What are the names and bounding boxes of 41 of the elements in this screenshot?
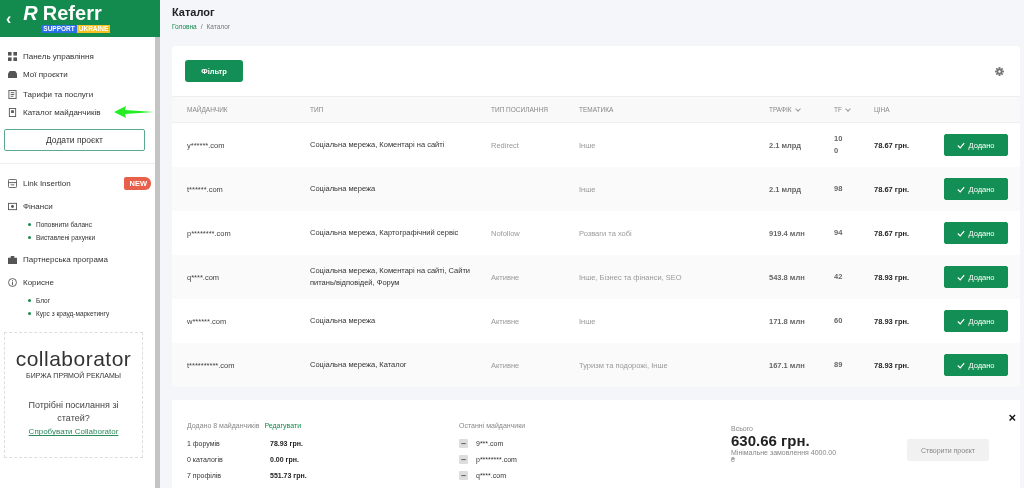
check-icon [957, 273, 966, 281]
close-button[interactable]: × [1008, 410, 1016, 425]
calculator-icon [8, 179, 17, 188]
check-icon [957, 361, 966, 369]
document-icon [8, 89, 17, 99]
sidebar-item[interactable]: Link Insertion [23, 179, 71, 188]
remove-icon[interactable] [459, 470, 468, 480]
info-icon [8, 278, 17, 287]
bullet-icon [28, 236, 31, 239]
scrollbar[interactable] [155, 37, 160, 488]
check-icon [957, 141, 966, 149]
check-icon [957, 229, 966, 237]
sidebar-item[interactable]: Фінанси [23, 202, 53, 211]
dashboard-icon [8, 51, 17, 61]
book-icon [8, 107, 17, 117]
wallet-icon [8, 202, 17, 211]
sidebar-item[interactable]: Каталог майданчиків [23, 107, 101, 117]
check-icon [957, 317, 966, 325]
sidebar-item[interactable]: Мої проєкти [23, 69, 68, 79]
logo-mark: R [23, 2, 38, 24]
bullet-icon [28, 299, 31, 302]
inbox-icon [8, 69, 17, 79]
sidebar-item[interactable]: Корисне [23, 278, 54, 287]
collaborator-logo: collaborator [15, 347, 132, 371]
promo-text: Потрібні посилання зі статей? [27, 399, 120, 425]
building-icon [8, 255, 17, 264]
sidebar-item[interactable]: Панель управління [23, 51, 94, 61]
total-amount: 630.66 грн. [731, 432, 811, 449]
bullet-icon [28, 223, 31, 226]
bullet-icon [28, 312, 31, 315]
back-button[interactable]: ‹ [6, 9, 12, 28]
add-project-button[interactable]: Додати проєкт [4, 129, 145, 151]
page-title: Каталог [172, 6, 216, 18]
check-icon [957, 185, 966, 193]
logo-text: Referr [42, 2, 102, 24]
settings-icon[interactable] [995, 66, 1004, 76]
remove-icon[interactable] [459, 454, 468, 464]
promo-link[interactable]: Спробувати Collaborator [28, 427, 119, 437]
remove-icon[interactable] [459, 438, 468, 448]
sidebar-item[interactable]: Партнерська програма [23, 255, 108, 264]
sidebar-item[interactable]: Тарифи та послуги [23, 89, 94, 99]
